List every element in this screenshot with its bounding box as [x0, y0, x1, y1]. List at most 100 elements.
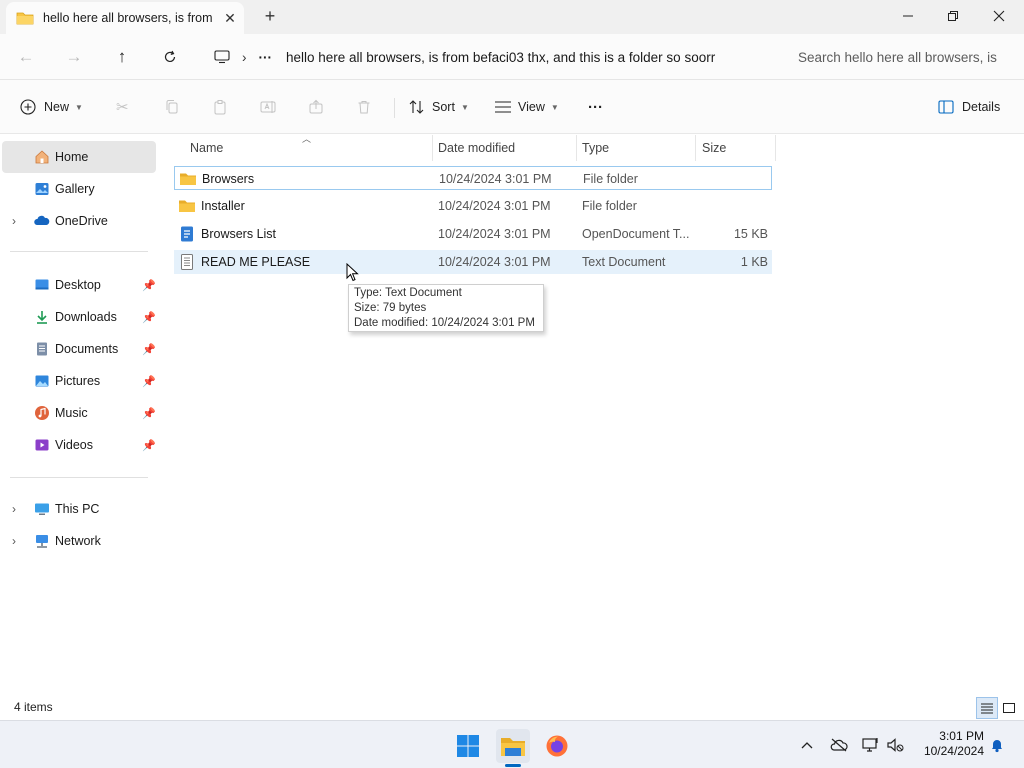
chevron-right-icon[interactable]: › — [12, 214, 16, 228]
more-options-button[interactable]: ··· — [588, 92, 603, 122]
chevron-down-icon: ▼ — [75, 102, 83, 112]
taskbar-firefox[interactable] — [540, 729, 574, 763]
command-separator — [394, 98, 395, 118]
minimize-button[interactable] — [885, 0, 931, 32]
music-icon — [35, 406, 49, 420]
gallery-icon — [35, 183, 49, 195]
file-row-browsers-list[interactable]: Browsers List 10/24/2024 3:01 PM OpenDoc… — [174, 222, 772, 246]
arrow-up-icon: ↑ — [117, 47, 127, 66]
sidebar-item-gallery[interactable]: Gallery — [2, 173, 156, 205]
show-hidden-icons-button[interactable] — [796, 735, 818, 755]
tab-current-folder[interactable]: hello here all browsers, is from ✕ — [6, 2, 244, 34]
file-row-installer[interactable]: Installer 10/24/2024 3:01 PM File folder — [174, 194, 772, 218]
sidebar-item-label: This PC — [55, 502, 100, 516]
sort-button-label: Sort — [432, 100, 455, 114]
chevron-up-icon — [801, 742, 813, 749]
column-header-date-modified[interactable]: Date modified — [431, 135, 575, 161]
paste-button[interactable] — [212, 92, 228, 122]
share-icon — [309, 99, 323, 114]
pin-icon: 📌 — [142, 279, 156, 292]
chevron-right-icon[interactable]: › — [12, 534, 16, 548]
sort-icon — [409, 100, 424, 114]
item-count: 4 items — [14, 700, 53, 714]
taskbar: 3:01 PM 10/24/2024 — [0, 720, 1024, 768]
arrow-left-icon: ← — [17, 47, 35, 66]
breadcrumb-overflow-button[interactable]: ··· — [259, 50, 273, 65]
sidebar-item-network[interactable]: › Network — [2, 525, 156, 557]
view-list-icon — [495, 101, 511, 113]
videos-icon — [35, 439, 49, 451]
file-explorer-icon — [501, 738, 525, 756]
sidebar-item-label: Videos — [55, 438, 93, 452]
sidebar-item-pictures[interactable]: Pictures 📌 — [2, 365, 156, 397]
sidebar-item-this-pc[interactable]: › This PC — [2, 493, 156, 525]
new-button[interactable]: New ▼ — [20, 92, 83, 122]
refresh-button[interactable] — [154, 42, 186, 72]
monitor-network-icon — [862, 738, 878, 752]
close-tab-icon[interactable]: ✕ — [216, 10, 244, 27]
new-tab-button[interactable]: + — [258, 6, 282, 28]
onedrive-tray-icon[interactable] — [828, 735, 850, 755]
sidebar-item-label: Home — [55, 150, 89, 164]
file-size: 1 KB — [740, 255, 768, 269]
column-header-name[interactable]: Name — [183, 135, 431, 161]
up-button[interactable]: ↑ — [106, 42, 138, 72]
cut-button[interactable]: ✂ — [116, 92, 129, 122]
pin-icon: 📌 — [142, 439, 156, 452]
tooltip-type: Type: Text Document — [354, 287, 462, 299]
sidebar-item-onedrive[interactable]: › OneDrive — [2, 205, 156, 237]
column-divider[interactable] — [775, 135, 776, 161]
folder-icon — [16, 12, 34, 25]
rename-button[interactable] — [260, 92, 278, 122]
taskbar-file-explorer[interactable] — [496, 729, 530, 763]
copy-button[interactable] — [164, 92, 180, 122]
column-header-type[interactable]: Type — [575, 135, 695, 161]
forward-button[interactable]: → — [58, 42, 90, 72]
network-tray-icon[interactable] — [860, 735, 882, 755]
file-row-read-me-please[interactable]: READ ME PLEASE 10/24/2024 3:01 PM Text D… — [174, 250, 772, 274]
tab-title: hello here all browsers, is from — [43, 11, 213, 25]
tiles-view-button[interactable] — [998, 697, 1020, 719]
file-size: 15 KB — [733, 227, 768, 241]
maximize-button[interactable] — [930, 0, 976, 32]
status-bar: 4 items — [0, 696, 1024, 720]
sidebar-item-music[interactable]: Music 📌 — [2, 397, 156, 429]
chevron-down-icon: ▼ — [550, 102, 559, 112]
file-date-modified: 10/24/2024 3:01 PM — [438, 255, 551, 269]
details-view-button[interactable] — [976, 697, 998, 719]
back-button[interactable]: ← — [10, 42, 42, 72]
chevron-right-icon[interactable]: › — [12, 502, 16, 516]
sidebar-divider — [10, 477, 148, 478]
large-icons-view-icon — [1003, 703, 1015, 713]
sidebar-item-downloads[interactable]: Downloads 📌 — [2, 301, 156, 333]
address-box[interactable]: › ··· hello here all browsers, is from b… — [206, 40, 768, 74]
sort-button[interactable]: Sort ▼ — [408, 92, 469, 122]
start-button[interactable] — [451, 729, 485, 763]
column-header-size[interactable]: Size — [695, 135, 775, 161]
share-button[interactable] — [308, 92, 324, 122]
search-input[interactable]: Search hello here all browsers, is — [780, 40, 1016, 74]
sidebar-item-documents[interactable]: Documents 📌 — [2, 333, 156, 365]
delete-button[interactable] — [356, 92, 372, 122]
onedrive-icon — [34, 215, 50, 225]
breadcrumb-chevron-icon[interactable]: › — [242, 50, 247, 65]
view-button[interactable]: View ▼ — [494, 92, 559, 122]
breadcrumb-current-folder[interactable]: hello here all browsers, is from befaci0… — [286, 50, 736, 65]
volume-tray-icon[interactable] — [884, 735, 906, 755]
command-bar: New ▼ ✂ Sort ▼ View ▼ ··· Details — [0, 80, 1024, 134]
sidebar-item-desktop[interactable]: Desktop 📌 — [2, 269, 156, 301]
notifications-button[interactable] — [986, 735, 1008, 755]
details-pane-button[interactable]: Details — [938, 92, 1000, 122]
sidebar-item-label: Documents — [55, 342, 119, 356]
active-app-indicator — [505, 764, 521, 767]
clock-date: 10/24/2024 — [923, 744, 984, 758]
view-button-label: View — [518, 100, 545, 114]
mouse-pointer-icon — [346, 263, 359, 282]
sidebar-item-videos[interactable]: Videos 📌 — [2, 429, 156, 461]
rename-icon — [260, 101, 276, 113]
system-clock[interactable]: 3:01 PM 10/24/2024 — [912, 729, 984, 759]
file-row-browsers[interactable]: Browsers 10/24/2024 3:01 PM File folder — [174, 166, 772, 190]
sidebar-item-home[interactable]: Home — [2, 141, 156, 173]
file-size — [695, 167, 769, 191]
close-window-button[interactable] — [976, 0, 1022, 32]
